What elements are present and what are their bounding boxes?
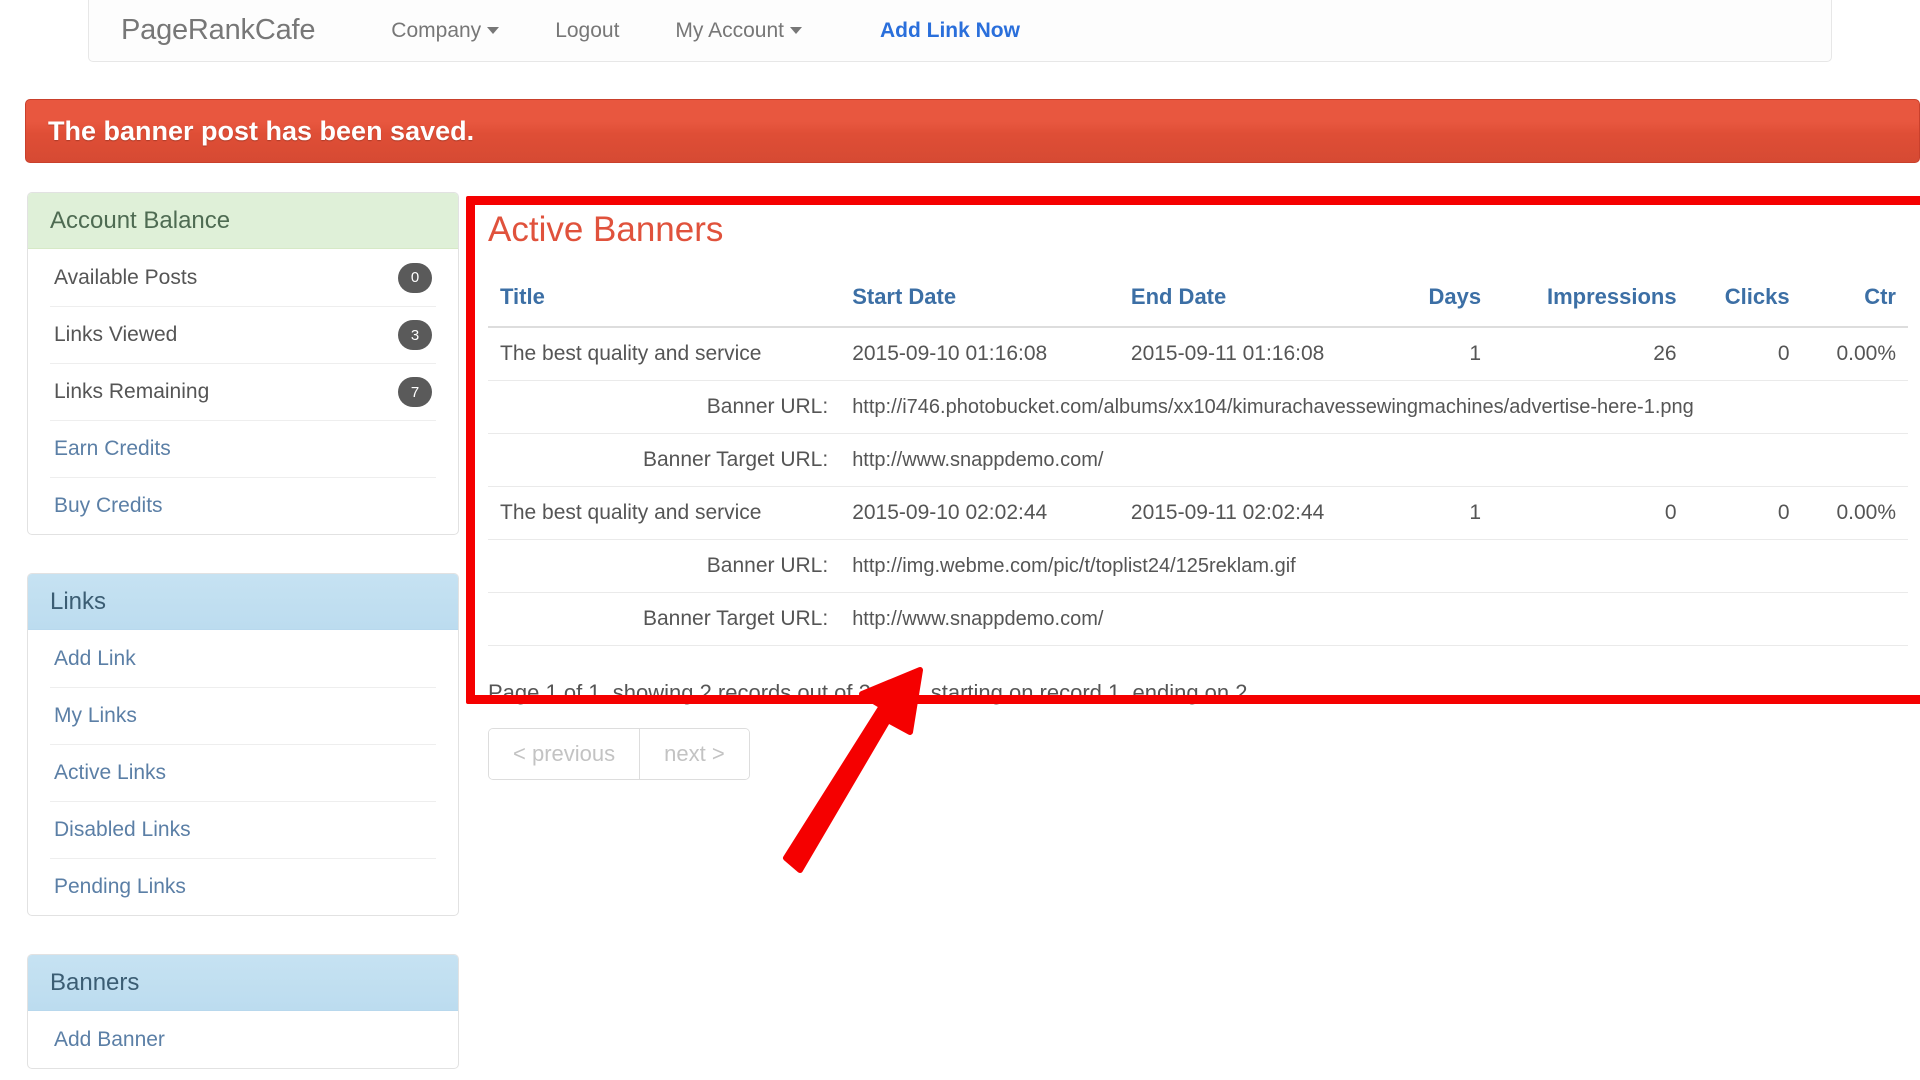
page-title: Active Banners [488, 210, 724, 249]
links-list: Add Link My Links Active Links Disabled … [28, 630, 458, 915]
status-badge: 7 [398, 377, 432, 407]
cell-impressions: 26 [1493, 327, 1689, 381]
value-banner-target-url[interactable]: http://www.snappdemo.com/ [840, 433, 1908, 487]
table-row-banner-url: Banner URL: http://i746.photobucket.com/… [488, 380, 1908, 434]
sidebar-item-label: My Links [54, 704, 137, 727]
sidebar-item-links-viewed[interactable]: Links Viewed 3 [50, 306, 436, 363]
nav-item-add-link-now[interactable]: Add Link Now [830, 19, 1048, 43]
pagination-controls: < previous next > [488, 728, 750, 780]
table-row-banner-target-url: Banner Target URL: http://www.snappdemo.… [488, 592, 1908, 646]
sidebar-item-label: Disabled Links [54, 818, 191, 841]
sidebar-item-pending-links[interactable]: Pending Links [50, 858, 436, 915]
brand-logo[interactable]: PageRankCafe [121, 14, 315, 47]
label-banner-url: Banner URL: [488, 539, 841, 593]
table-row-banner-target-url: Banner Target URL: http://www.snappdemo.… [488, 433, 1908, 487]
sidebar-item-earn-credits[interactable]: Earn Credits [50, 420, 436, 477]
active-banners-table: Title Start Date End Date Days Impressio… [488, 278, 1908, 646]
sidebar-item-buy-credits[interactable]: Buy Credits [50, 477, 436, 534]
nav-item-company[interactable]: Company [363, 19, 527, 43]
table-head: Title Start Date End Date Days Impressio… [488, 278, 1908, 328]
panel-title-links: Links [28, 574, 458, 630]
cell-ctr: 0.00% [1801, 486, 1908, 540]
cell-start-date: 2015-09-10 01:16:08 [840, 327, 1119, 381]
table-row-banner-url: Banner URL: http://img.webme.com/pic/t/t… [488, 539, 1908, 593]
column-header-clicks[interactable]: Clicks [1688, 278, 1802, 328]
page-root: PageRankCafe Company Logout My Account A… [0, 0, 1920, 1080]
alert-message: The banner post has been saved. [48, 115, 475, 146]
chevron-down-icon [487, 27, 500, 34]
sidebar-item-links-remaining[interactable]: Links Remaining 7 [50, 363, 436, 420]
nav-item-my-account[interactable]: My Account [647, 19, 830, 43]
success-alert: The banner post has been saved. [25, 99, 1920, 163]
cell-days: 1 [1395, 486, 1494, 540]
sidebar-item-add-banner[interactable]: Add Banner [50, 1011, 436, 1068]
sidebar-item-label: Pending Links [54, 875, 186, 898]
cell-title: The best quality and service [488, 327, 841, 381]
column-header-end-date[interactable]: End Date [1118, 278, 1396, 328]
sidebar-item-available-posts[interactable]: Available Posts 0 [50, 249, 436, 306]
cell-clicks: 0 [1688, 327, 1802, 381]
column-header-days[interactable]: Days [1395, 278, 1494, 328]
sidebar: Account Balance Available Posts 0 Links … [27, 192, 459, 1080]
sidebar-item-label: Available Posts [54, 265, 198, 289]
value-banner-target-url[interactable]: http://www.snappdemo.com/ [840, 592, 1908, 646]
sidebar-item-label: Add Banner [54, 1027, 165, 1051]
previous-page-button[interactable]: < previous [489, 729, 641, 779]
label-banner-target-url: Banner Target URL: [488, 592, 841, 646]
column-header-impressions[interactable]: Impressions [1493, 278, 1689, 328]
status-badge: 0 [398, 262, 432, 293]
table-row: The best quality and service 2015-09-10 … [488, 486, 1908, 540]
cell-ctr: 0.00% [1801, 327, 1908, 381]
nav-item-my-account-label: My Account [675, 18, 784, 42]
pagination-summary: Page 1 of 1, showing 2 records out of 2 … [488, 680, 1248, 705]
nav-links: Company Logout My Account Add Link Now [363, 19, 1048, 43]
sidebar-item-label: Add Link [54, 646, 136, 670]
panel-account-balance: Account Balance Available Posts 0 Links … [27, 192, 459, 535]
panel-links: Links Add Link My Links Active Links Dis… [27, 573, 459, 916]
chevron-down-icon [789, 27, 802, 34]
table-row: The best quality and service 2015-09-10 … [488, 327, 1908, 381]
banners-list: Add Banner [28, 1011, 458, 1068]
cell-start-date: 2015-09-10 02:02:44 [840, 486, 1119, 540]
panel-title-account-balance: Account Balance [28, 193, 458, 249]
sidebar-item-disabled-links[interactable]: Disabled Links [50, 801, 436, 858]
cell-title: The best quality and service [488, 486, 841, 540]
cell-clicks: 0 [1688, 486, 1802, 540]
sidebar-item-active-links[interactable]: Active Links [50, 744, 436, 801]
cell-end-date: 2015-09-11 02:02:44 [1118, 486, 1396, 540]
main-content: Active Banners Title Start Date End Date… [466, 192, 1920, 780]
nav-item-logout[interactable]: Logout [527, 19, 647, 43]
table-header-row: Title Start Date End Date Days Impressio… [488, 278, 1908, 328]
value-banner-url[interactable]: http://i746.photobucket.com/albums/xx104… [840, 380, 1908, 434]
panel-title-banners: Banners [28, 955, 458, 1011]
status-badge: 3 [398, 320, 432, 350]
sidebar-item-label: Buy Credits [54, 494, 163, 517]
value-banner-url[interactable]: http://img.webme.com/pic/t/toplist24/125… [840, 539, 1908, 593]
navbar: PageRankCafe Company Logout My Account A… [88, 0, 1832, 62]
sidebar-item-my-links[interactable]: My Links [50, 687, 436, 744]
column-header-ctr[interactable]: Ctr [1801, 278, 1908, 328]
sidebar-item-add-link[interactable]: Add Link [50, 630, 436, 687]
sidebar-item-label: Active Links [54, 761, 167, 784]
sidebar-item-label: Earn Credits [54, 437, 171, 460]
sidebar-item-label: Links Remaining [54, 380, 210, 403]
label-banner-target-url: Banner Target URL: [488, 433, 841, 487]
table-body: The best quality and service 2015-09-10 … [488, 327, 1908, 646]
column-header-title[interactable]: Title [488, 278, 841, 328]
cell-end-date: 2015-09-11 01:16:08 [1118, 327, 1396, 381]
cell-impressions: 0 [1493, 486, 1689, 540]
nav-item-company-label: Company [391, 18, 482, 42]
label-banner-url: Banner URL: [488, 380, 841, 434]
cell-days: 1 [1395, 327, 1494, 381]
column-header-start-date[interactable]: Start Date [840, 278, 1119, 328]
next-page-button[interactable]: next > [640, 729, 749, 779]
sidebar-item-label: Links Viewed [54, 323, 178, 346]
account-balance-list: Available Posts 0 Links Viewed 3 Links R… [28, 249, 458, 534]
panel-banners: Banners Add Banner [27, 954, 459, 1069]
